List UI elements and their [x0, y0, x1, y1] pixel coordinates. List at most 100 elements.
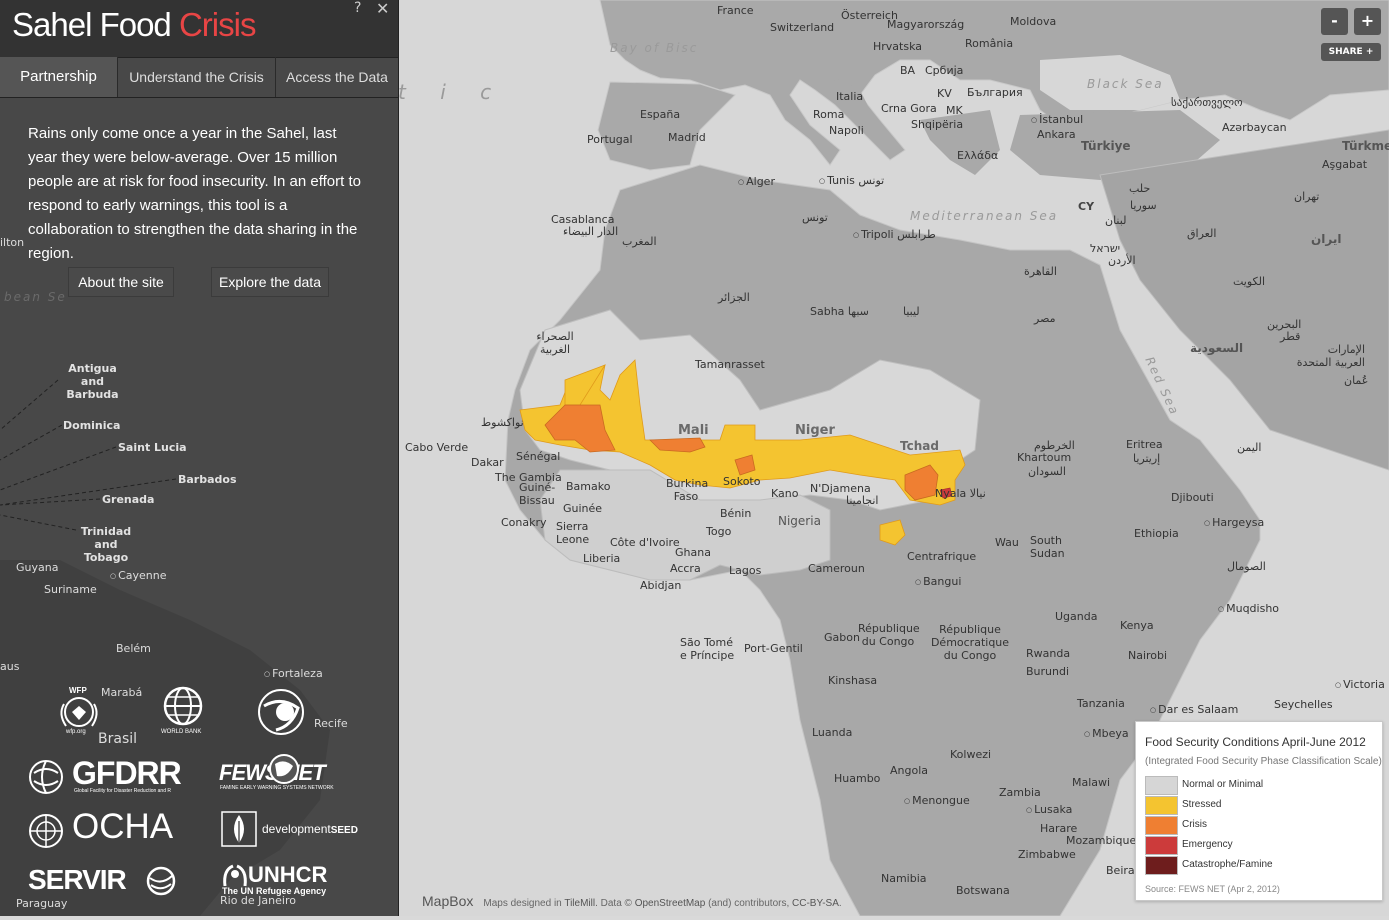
explore-data-button[interactable]: Explore the data [211, 267, 329, 297]
legend-swatch-crisis [1145, 816, 1178, 835]
un-emblem-icon [29, 814, 63, 848]
label-mediterranean: Mediterranean Sea [910, 209, 1059, 223]
world-bank-text: WORLD BANK [161, 729, 202, 735]
label-lagos: Lagos [729, 564, 762, 577]
label-bamako: Bamako [566, 480, 611, 493]
label-asgabat: Aşgabat [1322, 158, 1368, 171]
development-seed-logo[interactable]: developmentSEED [221, 811, 361, 851]
label-ghana: Ghana [675, 546, 711, 559]
label-saudi: السعودية [1190, 341, 1244, 355]
tilemill-link[interactable]: TileMill [564, 898, 595, 909]
wfp-logo[interactable]: WFP wfp.org [56, 686, 102, 738]
help-button[interactable]: ? [354, 0, 361, 16]
label-switzerland: Switzerland [770, 21, 835, 34]
label-eritrea: Eritrea [1126, 438, 1163, 451]
label-guyana: Guyana [16, 561, 59, 574]
label-kano: Kano [771, 487, 799, 500]
label-magyarorszag: Magyarország [887, 18, 965, 31]
label-sokoto: Sokoto [723, 475, 761, 488]
label-jordan: الأردن [1108, 254, 1136, 267]
label-caribbean-sea: bean Se [4, 290, 67, 304]
label-nigeria: Nigeria [778, 514, 821, 528]
label-qatar: قطر [1280, 330, 1301, 343]
seed-leaf-icon [221, 811, 257, 847]
label-maraba: Marabá [101, 686, 143, 699]
label-georgia: საქართველო [1171, 96, 1243, 109]
label-seychelles: Seychelles [1274, 698, 1333, 711]
unhcr-subtitle: The UN Refugee Agency [222, 886, 327, 896]
share-button[interactable]: SHARE + [1321, 43, 1381, 61]
label-iran: ایران [1311, 232, 1342, 246]
label-syria: سوريا [1130, 199, 1157, 212]
label-crna-gora: Crna Gora [881, 102, 937, 115]
wfp-emblem-icon [60, 697, 98, 727]
label-tripoli: Tripoli طرابلس [853, 228, 936, 242]
intro-text: Rains only come once a year in the Sahel… [28, 125, 361, 262]
tab-partnership[interactable]: Partnership [0, 57, 118, 97]
fews-net-logo[interactable]: FEWS NET FAMINE EARLY WARNING SYSTEMS NE… [219, 752, 344, 794]
gfdrr-logo[interactable]: GFDRR Global Facility for Disaster Reduc… [28, 755, 193, 797]
label-black-sea: Black Sea [1087, 77, 1164, 91]
unisdr-logo[interactable] [252, 686, 310, 738]
label-angola: Angola [890, 764, 929, 777]
unhcr-logo[interactable]: UNHCR The UN Refugee Agency [221, 862, 341, 898]
label-sabha: Sabha سبها [810, 305, 869, 318]
label-muqdisho: Muqdisho [1218, 602, 1279, 616]
label-kenya: Kenya [1120, 619, 1154, 632]
label-france: France [717, 4, 754, 17]
label-guine-bissau: Guiné-Bissau [519, 481, 556, 507]
label-istanbul: İstanbul [1031, 113, 1083, 127]
osm-link[interactable]: OpenStreetMap [635, 898, 706, 909]
label-turkmen: Türkmen [1342, 139, 1389, 153]
license-link[interactable]: CC-BY-SA [792, 898, 839, 909]
fews-globe-icon [269, 754, 299, 784]
label-nouakchott: نواكشوط [481, 416, 524, 429]
label-burundi: Burundi [1026, 665, 1070, 678]
label-port-gentil: Port-Gentil [744, 642, 803, 655]
about-site-button[interactable]: About the site [68, 267, 174, 297]
tab-understand-the-crisis[interactable]: Understand the Crisis [118, 57, 276, 97]
label-dakar: Dakar [471, 456, 504, 469]
tab-access-the-data[interactable]: Access the Data [276, 57, 398, 97]
label-nyala: Nyala نيالا [935, 487, 986, 500]
ocha-logo[interactable]: OCHA [28, 807, 193, 851]
label-saint-lucia: Saint Lucia [118, 441, 187, 454]
label-yemen: اليمن [1237, 441, 1262, 454]
label-aus: aus [0, 660, 20, 673]
development-seed-text: developmentSEED [262, 822, 358, 836]
label-khartoum: Khartoum [1017, 451, 1072, 464]
label-togo: Togo [706, 525, 732, 538]
mapbox-logo[interactable]: MapBox [422, 893, 473, 909]
label-atlantic: t i c [398, 80, 506, 104]
label-dar-es-salaam: Dar es Salaam [1150, 703, 1238, 717]
label-malawi: Malawi [1072, 776, 1111, 789]
label-lusaka: Lusaka [1026, 803, 1072, 817]
legend-title: Food Security Conditions April-June 2012 [1145, 735, 1366, 749]
servir-logo[interactable]: SERVIR [28, 864, 178, 898]
attrib-text-c: (and) contributors, [705, 898, 793, 909]
zoom-out-button[interactable]: - [1321, 8, 1348, 35]
label-egypt: مصر [1034, 312, 1056, 325]
label-azerbaycan: Azərbaycan [1222, 121, 1287, 134]
label-morocco: المغرب [622, 235, 657, 248]
label-mali: Mali [678, 423, 709, 438]
label-ilton: ilton [0, 236, 25, 249]
devseed-seed: SEED [330, 825, 358, 836]
world-bank-logo[interactable]: WORLD BANK [158, 686, 210, 738]
zoom-in-button[interactable]: + [1354, 8, 1381, 35]
label-rwanda: Rwanda [1026, 647, 1071, 660]
label-ndjamena-ar: انجامينا [846, 494, 879, 507]
servir-text: SERVIR [28, 864, 127, 895]
label-trinidad: Trinidad and Tobago [80, 525, 132, 564]
label-beira: Beira [1106, 864, 1135, 877]
label-uganda: Uganda [1055, 610, 1098, 623]
label-senegal: Sénégal [516, 450, 561, 463]
close-button[interactable]: ✕ [376, 0, 389, 18]
label-recife: Recife [314, 717, 348, 730]
label-kinshasa: Kinshasa [828, 674, 878, 687]
label-guinee: Guinée [563, 502, 603, 515]
label-algeria: الجزائر [718, 291, 750, 304]
legend-subtitle: (Integrated Food Security Phase Classifi… [1145, 756, 1382, 767]
label-libya: ليبيا [903, 305, 920, 318]
label-ankara: Ankara [1037, 128, 1076, 141]
